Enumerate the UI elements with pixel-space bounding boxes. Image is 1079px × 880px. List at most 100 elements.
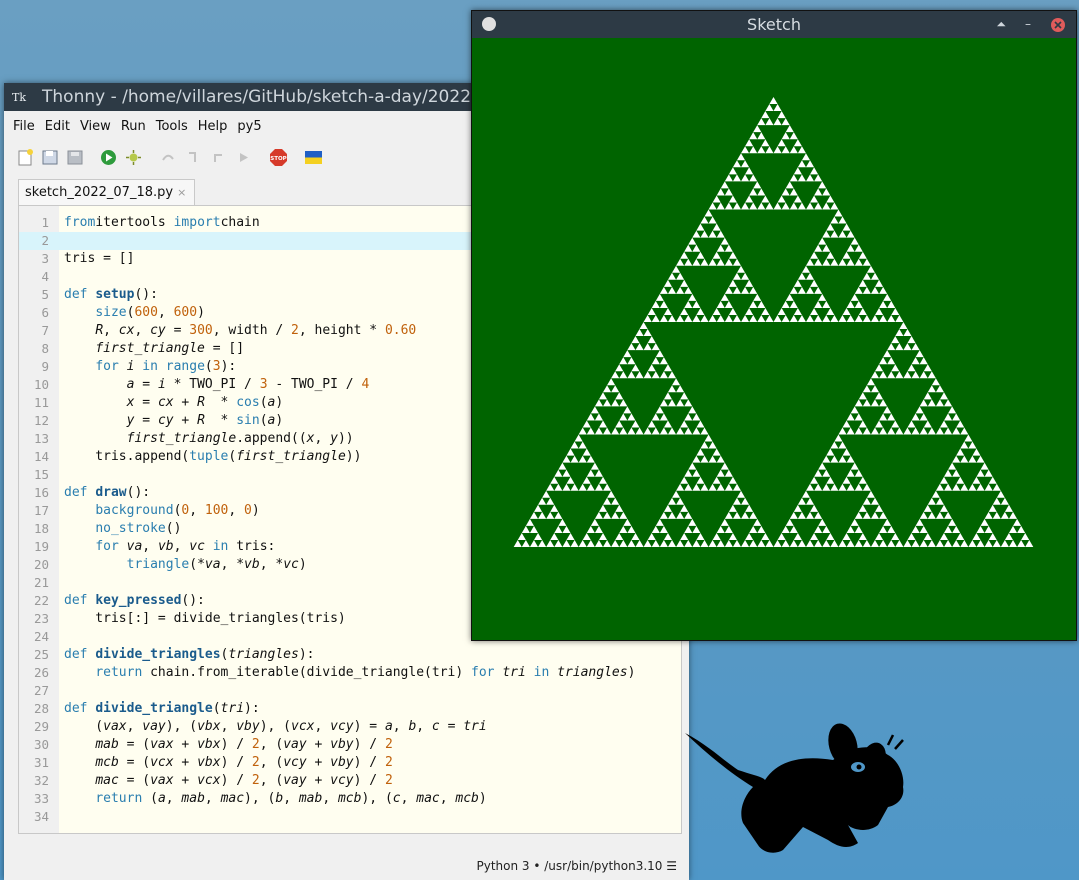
maximize-icon[interactable]: ⏶	[996, 11, 1006, 38]
sierpinski-subtriangle	[753, 181, 762, 189]
code-line[interactable]: 34	[19, 808, 681, 826]
sierpinski-subtriangle	[854, 300, 863, 308]
sierpinski-subtriangle	[692, 525, 701, 533]
sierpinski-subtriangle	[558, 518, 567, 526]
sierpinski-subtriangle	[919, 357, 928, 365]
step-over-icon[interactable]	[159, 148, 178, 167]
sierpinski-subtriangle	[793, 279, 802, 287]
sierpinski-subtriangle	[907, 532, 916, 540]
sierpinski-subtriangle	[874, 392, 884, 400]
sierpinski-subtriangle	[805, 539, 815, 547]
sierpinski-subtriangle	[554, 511, 563, 519]
sierpinski-subtriangle	[680, 532, 689, 540]
sierpinski-subtriangle	[956, 476, 965, 484]
sierpinski-subtriangle	[655, 518, 664, 526]
code-line[interactable]: 30 mab = (vax + vbx) / 2, (vay + vby) / …	[19, 736, 681, 754]
sierpinski-subtriangle	[724, 539, 733, 547]
step-into-icon[interactable]	[184, 148, 203, 167]
sierpinski-subtriangle	[708, 441, 717, 449]
stop-icon[interactable]: STOP	[269, 148, 288, 167]
sierpinski-subtriangle	[879, 357, 888, 365]
menu-view[interactable]: View	[75, 119, 116, 134]
sierpinski-subtriangle	[651, 371, 660, 379]
resume-icon[interactable]	[234, 148, 253, 167]
step-out-icon[interactable]	[209, 148, 228, 167]
sierpinski-subtriangle	[773, 202, 782, 210]
sierpinski-subtriangle	[960, 427, 969, 435]
sierpinski-subtriangle	[692, 413, 701, 421]
code-line[interactable]: 31 mcb = (vcx + vbx) / 2, (vcy + vby) / …	[19, 754, 681, 772]
code-line[interactable]: 33 return (a, mab, mac), (b, mab, mcb), …	[19, 790, 681, 808]
sierpinski-subtriangle	[810, 307, 819, 315]
new-file-icon[interactable]	[16, 148, 35, 167]
code-line[interactable]: 27	[19, 682, 681, 700]
sierpinski-subtriangle	[814, 539, 823, 547]
menu-py5[interactable]: py5	[232, 119, 266, 134]
sierpinski-subtriangle	[688, 462, 697, 470]
menu-tools[interactable]: Tools	[151, 119, 193, 134]
sierpinski-subtriangle	[866, 378, 875, 386]
interpreter-status[interactable]: Python 3 • /usr/bin/python3.10 ☰	[477, 859, 678, 873]
sierpinski-subtriangle	[651, 427, 660, 435]
sierpinski-subtriangle	[611, 371, 620, 379]
sierpinski-subtriangle	[830, 539, 839, 547]
sierpinski-subtriangle	[550, 504, 559, 512]
sierpinski-subtriangle	[692, 314, 701, 322]
code-text: mab = (vax + vbx) / 2, (vay + vby) / 2	[95, 737, 393, 752]
sierpinski-subtriangle	[745, 279, 754, 287]
close-icon[interactable]	[1050, 11, 1066, 38]
sierpinski-subtriangle	[887, 357, 896, 365]
sierpinski-subtriangle	[741, 174, 750, 182]
sierpinski-subtriangle	[805, 511, 815, 519]
sierpinski-subtriangle	[964, 434, 973, 442]
sierpinski-subtriangle	[789, 146, 798, 154]
sierpinski-subtriangle	[517, 532, 526, 540]
tab-sketch-file[interactable]: sketch_2022_07_18.py ×	[18, 179, 196, 206]
sierpinski-subtriangle	[805, 314, 815, 322]
sketch-canvas[interactable]	[473, 39, 1074, 639]
code-text: triangle(*va, *vb, *vc)	[126, 557, 307, 572]
sierpinski-subtriangle	[822, 300, 831, 308]
debug-icon[interactable]	[124, 148, 143, 167]
sierpinski-subtriangle	[615, 420, 624, 428]
sierpinski-subtriangle	[797, 202, 806, 210]
tab-close-icon[interactable]: ×	[177, 186, 186, 199]
sierpinski-subtriangle	[749, 132, 758, 140]
code-line[interactable]: 25 def divide_triangles(triangles):	[19, 646, 681, 664]
menu-edit[interactable]: Edit	[40, 119, 75, 134]
save-icon[interactable]	[66, 148, 85, 167]
sierpinski-subtriangle	[862, 427, 871, 435]
run-icon[interactable]	[99, 148, 118, 167]
sierpinski-subtriangle	[619, 399, 628, 407]
code-line[interactable]: 29 (vax, vay), (vbx, vby), (vcx, vcy) = …	[19, 718, 681, 736]
code-line[interactable]: 32 mac = (vax + vcx) / 2, (vay + vcy) / …	[19, 772, 681, 790]
status-bar[interactable]: Python 3 • /usr/bin/python3.10 ☰	[4, 852, 689, 880]
svg-text:STOP: STOP	[270, 156, 286, 162]
sierpinski-subtriangle	[874, 504, 884, 512]
sierpinski-subtriangle	[712, 251, 721, 259]
sierpinski-subtriangle	[728, 167, 737, 175]
sierpinski-subtriangle	[716, 525, 725, 533]
menu-file[interactable]: File	[8, 119, 40, 134]
line-number: 18	[33, 521, 49, 536]
menu-run[interactable]: Run	[116, 119, 151, 134]
sierpinski-subtriangle	[777, 111, 786, 119]
sierpinski-subtriangle	[667, 511, 677, 519]
minimize-icon[interactable]: –	[1025, 11, 1031, 38]
sierpinski-subtriangle	[818, 462, 827, 470]
sierpinski-subtriangle	[627, 539, 636, 547]
sierpinski-subtriangle	[935, 483, 944, 491]
sketch-titlebar[interactable]: Sketch ⏶ –	[472, 11, 1076, 38]
code-text: no_stroke()	[95, 521, 182, 536]
sierpinski-subtriangle	[603, 483, 612, 491]
sierpinski-subtriangle	[850, 462, 859, 470]
sierpinski-subtriangle	[874, 364, 884, 372]
menu-help[interactable]: Help	[193, 119, 233, 134]
sierpinski-subtriangle	[566, 476, 575, 484]
sierpinski-subtriangle	[810, 532, 819, 540]
ukraine-flag-icon[interactable]	[304, 148, 323, 167]
code-line[interactable]: 26 return chain.from_iterable(divide_tri…	[19, 664, 681, 682]
open-icon[interactable]	[41, 148, 60, 167]
code-line[interactable]: 28 def divide_triangle(tri):	[19, 700, 681, 718]
sierpinski-subtriangle	[793, 195, 802, 203]
